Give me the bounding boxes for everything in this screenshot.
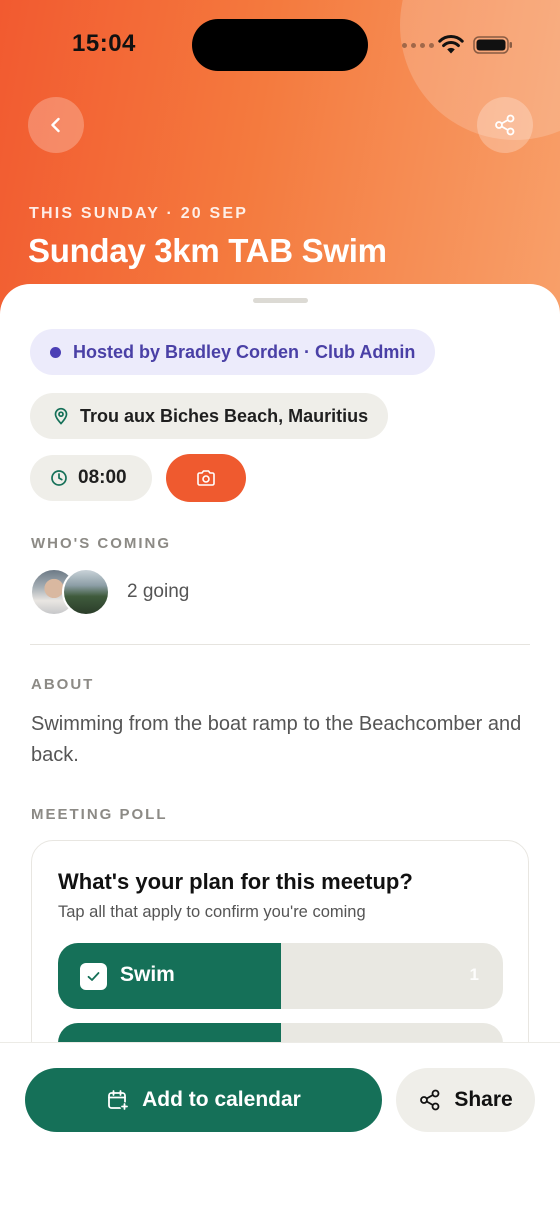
meeting-poll-heading: MEETING POLL bbox=[31, 806, 168, 823]
event-detail-screen: 15:04 THIS SUNDAY · 20 SEP Sunday 3km TA… bbox=[0, 0, 560, 1217]
poll-hint: Tap all that apply to confirm you're com… bbox=[58, 903, 366, 921]
camera-icon bbox=[197, 470, 215, 486]
add-to-calendar-label: Add to calendar bbox=[142, 1088, 301, 1111]
add-photo-button[interactable] bbox=[166, 454, 246, 502]
status-time: 15:04 bbox=[72, 30, 136, 57]
about-text: Swimming from the boat ramp to the Beach… bbox=[31, 713, 522, 766]
time-label: 08:00 bbox=[78, 467, 127, 488]
host-dot-icon bbox=[50, 346, 61, 358]
host-label: Hosted by Bradley Corden · Club Admin bbox=[73, 341, 416, 362]
wifi-icon bbox=[438, 35, 464, 54]
share-icon bbox=[495, 114, 515, 136]
going-count: 2 going bbox=[127, 581, 190, 602]
poll-option-count: 1 bbox=[469, 965, 479, 984]
check-icon bbox=[87, 972, 100, 981]
bottom-action-bar: Add to calendar Share bbox=[0, 1042, 560, 1217]
avatar bbox=[62, 568, 110, 616]
attendee-avatars[interactable] bbox=[30, 568, 112, 618]
whos-coming-heading: WHO'S COMING bbox=[31, 535, 172, 552]
share-label: Share bbox=[454, 1088, 513, 1111]
poll-option-swim[interactable]: Swim 1 bbox=[58, 943, 503, 1009]
location-label: Trou aux Biches Beach, Mauritius bbox=[80, 405, 369, 426]
location-pin-icon bbox=[54, 407, 68, 425]
about-heading: ABOUT bbox=[31, 676, 95, 693]
back-arrow-icon bbox=[51, 117, 60, 133]
calendar-plus-icon bbox=[108, 1090, 129, 1111]
add-to-calendar-button[interactable]: Add to calendar bbox=[25, 1068, 382, 1132]
signal-dots bbox=[402, 43, 434, 48]
divider bbox=[30, 644, 530, 645]
clock-icon bbox=[51, 470, 67, 486]
dynamic-island bbox=[192, 19, 368, 71]
host-badge[interactable]: Hosted by Bradley Corden · Club Admin bbox=[30, 329, 436, 375]
battery-icon bbox=[473, 36, 512, 54]
time-pill[interactable]: 08:00 bbox=[30, 455, 152, 501]
location-pill[interactable]: Trou aux Biches Beach, Mauritius bbox=[30, 393, 389, 439]
event-title: Sunday 3km TAB Swim bbox=[28, 232, 387, 269]
poll-option-label: Swim bbox=[120, 963, 175, 986]
details-sheet: Hosted by Bradley Corden · Club Admin Tr… bbox=[0, 284, 560, 1080]
share-icon bbox=[420, 1089, 440, 1111]
checkbox-checked[interactable] bbox=[80, 963, 107, 990]
back-button[interactable] bbox=[28, 97, 84, 153]
event-date: THIS SUNDAY · 20 SEP bbox=[29, 205, 249, 222]
share-button[interactable]: Share bbox=[396, 1068, 535, 1132]
sheet-grabber[interactable] bbox=[253, 298, 308, 303]
header-share-button[interactable] bbox=[477, 97, 533, 153]
poll-question: What's your plan for this meetup? bbox=[58, 869, 413, 894]
event-header: 15:04 THIS SUNDAY · 20 SEP Sunday 3km TA… bbox=[0, 0, 560, 330]
